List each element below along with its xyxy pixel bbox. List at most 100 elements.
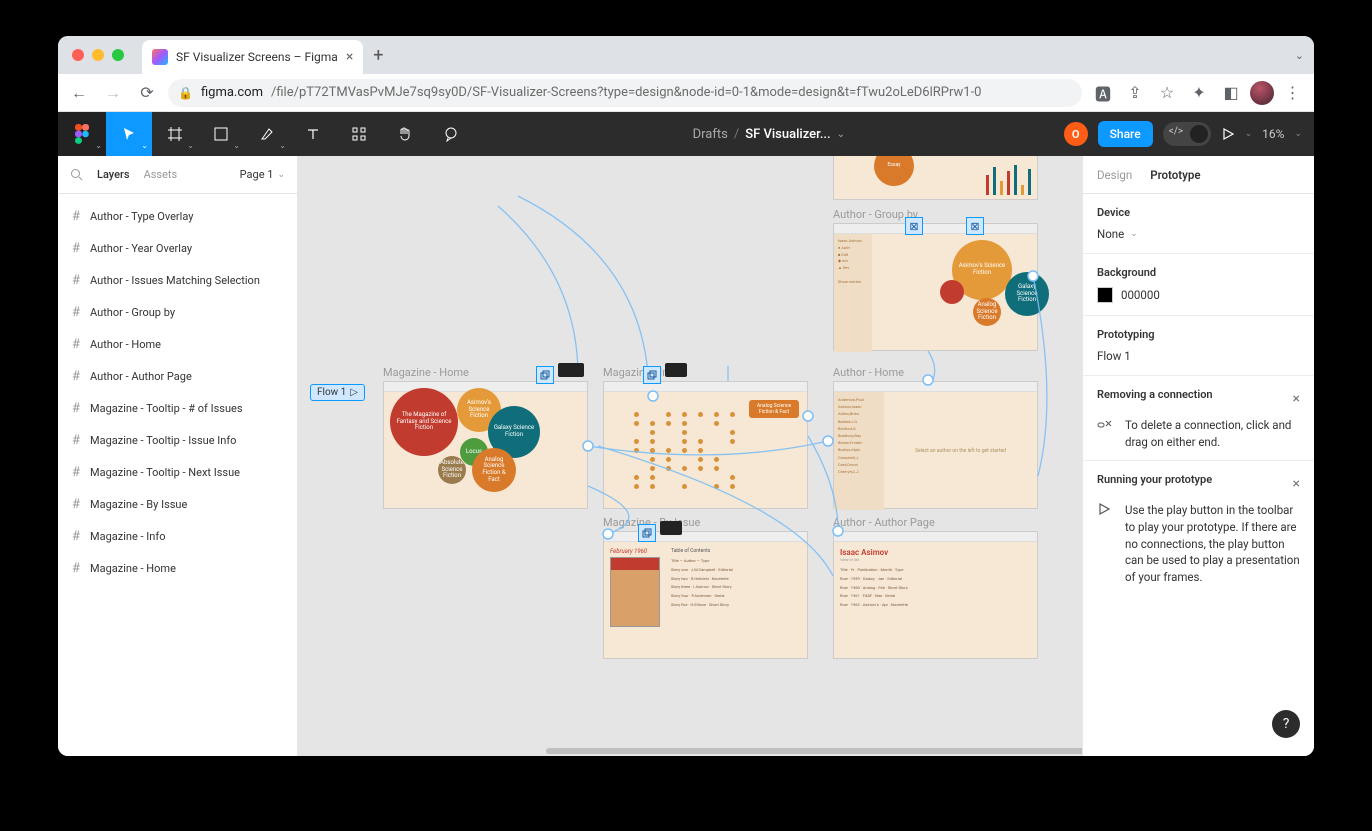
open-overlay-icon[interactable] <box>638 524 656 542</box>
layer-item[interactable]: #Magazine - By Issue <box>58 488 297 520</box>
open-overlay-icon[interactable] <box>536 366 554 384</box>
present-button[interactable] <box>1221 127 1235 141</box>
frame-label[interactable]: Magazine - Home <box>383 366 469 379</box>
design-tab[interactable]: Design <box>1097 168 1132 182</box>
layer-item[interactable]: #Author - Type Overlay <box>58 200 297 232</box>
user-badge[interactable]: O <box>1064 122 1088 146</box>
frame-label[interactable]: Author - Home <box>833 366 904 379</box>
url-domain: figma.com <box>201 85 263 100</box>
frame-icon: # <box>72 369 80 384</box>
frame-author-page[interactable]: Isaac Asimov View in list Title · Yr · P… <box>833 531 1038 659</box>
frame-magazine-home[interactable]: The Magazine of Fantasy and Science Fict… <box>383 381 588 509</box>
breadcrumb-root[interactable]: Drafts <box>693 127 728 142</box>
assets-tab[interactable]: Assets <box>144 168 178 181</box>
frame-author-groupby[interactable]: Isaac Asimov● Auth■ Edit◆ Intr▲ RevShow … <box>833 223 1038 351</box>
hint-body: To delete a connection, click and drag o… <box>1125 417 1300 450</box>
frame-tool[interactable]: ⌄ <box>152 112 198 156</box>
layer-item[interactable]: #Magazine - Info <box>58 520 297 552</box>
sidepanel-icon[interactable]: ◧ <box>1218 80 1244 106</box>
translate-icon[interactable]: 🅰 <box>1090 80 1116 106</box>
breadcrumb-title[interactable]: SF Visualizer... <box>745 127 830 142</box>
browser-menu-icon[interactable]: ⋮ <box>1280 80 1306 106</box>
chevron-down-icon[interactable]: ⌄ <box>1294 129 1302 139</box>
help-button[interactable]: ? <box>1272 710 1300 738</box>
device-heading: Device <box>1097 206 1300 219</box>
layer-item[interactable]: #Magazine - Tooltip - # of Issues <box>58 392 297 424</box>
browser-window: SF Visualizer Screens – Figma × + ⌄ ← → … <box>58 36 1314 756</box>
browser-addressbar: ← → ⟳ 🔒 figma.com/file/pT72TMVasPvMJe7sq… <box>58 74 1314 112</box>
dismiss-hint-icon[interactable]: × <box>1293 391 1300 407</box>
browser-tab[interactable]: SF Visualizer Screens – Figma × <box>142 40 363 74</box>
layer-item[interactable]: #Author - Issues Matching Selection <box>58 264 297 296</box>
back-button[interactable]: ← <box>66 80 92 106</box>
frame-label[interactable]: Author - Author Page <box>833 516 935 529</box>
tooltip-chip <box>665 363 687 377</box>
prototype-tab[interactable]: Prototype <box>1150 168 1200 182</box>
canvas[interactable]: Flow 1 ▷ Magazine - Home Magazine - Info… <box>298 156 1082 756</box>
reload-button[interactable]: ⟳ <box>134 80 160 106</box>
tab-title: SF Visualizer Screens – Figma <box>176 50 338 64</box>
breadcrumb[interactable]: Drafts / SF Visualizer... ⌄ <box>474 127 1064 142</box>
layers-tab[interactable]: Layers <box>97 168 130 181</box>
frame-magazine-info[interactable]: Analog Science Fiction & Fact <box>603 381 808 509</box>
layer-item[interactable]: #Magazine - Tooltip - Issue Info <box>58 424 297 456</box>
search-icon[interactable] <box>70 168 83 181</box>
chart-bubble: Galaxy Science Fiction <box>1005 272 1049 316</box>
page-dropdown[interactable]: Page 1 ⌄ <box>240 168 285 181</box>
zoom-level[interactable]: 16% <box>1262 127 1284 141</box>
new-tab-button[interactable]: + <box>373 45 383 66</box>
chevron-down-icon[interactable]: ⌄ <box>837 129 845 140</box>
bookmark-icon[interactable]: ☆ <box>1154 80 1180 106</box>
frame-author-home[interactable]: Anderson,PoulAsimov,IsaacAldiss,BrianBal… <box>833 381 1038 509</box>
layer-item[interactable]: #Author - Home <box>58 328 297 360</box>
canvas-horizontal-scrollbar[interactable] <box>541 746 1082 756</box>
tabstrip-caret-icon[interactable]: ⌄ <box>1295 49 1304 62</box>
play-icon: ▷ <box>350 387 358 398</box>
lock-icon: 🔒 <box>178 86 193 100</box>
share-page-icon[interactable]: ⇪ <box>1122 80 1148 106</box>
hand-tool[interactable] <box>382 112 428 156</box>
chevron-down-icon[interactable]: ⌄ <box>1245 129 1253 139</box>
comment-tool[interactable] <box>428 112 474 156</box>
background-color-input[interactable]: 000000 <box>1097 287 1300 303</box>
left-panel: Layers Assets Page 1 ⌄ #Author - Type Ov… <box>58 156 298 756</box>
figma-toolbar: ⌄ ⌄ ⌄ ⌄ ⌄ <box>58 112 1314 156</box>
layer-item[interactable]: #Author - Year Overlay <box>58 232 297 264</box>
layer-item[interactable]: #Author - Group by <box>58 296 297 328</box>
frame-partial-top[interactable]: Essay <box>833 156 1038 200</box>
frame-icon: # <box>72 433 80 448</box>
device-dropdown[interactable]: None ⌄ <box>1097 227 1300 241</box>
close-overlay-icon[interactable]: ⊠ <box>905 217 923 235</box>
close-overlay-icon[interactable]: ⊠ <box>966 217 984 235</box>
frame-magazine-by-issue[interactable]: February 1960 Table of Contents Title — … <box>603 531 808 659</box>
layer-item[interactable]: #Magazine - Tooltip - Next Issue <box>58 456 297 488</box>
close-window-icon[interactable] <box>72 49 84 61</box>
text-tool[interactable] <box>290 112 336 156</box>
figma-menu-button[interactable]: ⌄ <box>58 112 106 156</box>
minimize-window-icon[interactable] <box>92 49 104 61</box>
open-overlay-icon[interactable] <box>643 366 661 384</box>
forward-button[interactable]: → <box>100 80 126 106</box>
extensions-icon[interactable]: ✦ <box>1186 80 1212 106</box>
hint-title: Removing a connection <box>1097 388 1213 401</box>
layer-item[interactable]: #Magazine - Home <box>58 552 297 584</box>
layers-list: #Author - Type Overlay#Author - Year Ove… <box>58 194 297 756</box>
close-tab-icon[interactable]: × <box>346 49 353 65</box>
maximize-window-icon[interactable] <box>112 49 124 61</box>
browser-tabstrip: SF Visualizer Screens – Figma × + ⌄ <box>58 36 1314 74</box>
profile-avatar[interactable] <box>1250 81 1274 105</box>
share-button[interactable]: Share <box>1098 121 1153 147</box>
url-input[interactable]: 🔒 figma.com/file/pT72TMVasPvMJe7sq9sy0D/… <box>168 79 1082 107</box>
pen-tool[interactable]: ⌄ <box>244 112 290 156</box>
color-swatch[interactable] <box>1097 287 1113 303</box>
flow-starting-point[interactable]: Flow 1 ▷ <box>310 384 365 401</box>
move-tool[interactable]: ⌄ <box>106 112 152 156</box>
layer-item[interactable]: #Author - Author Page <box>58 360 297 392</box>
flow-name[interactable]: Flow 1 <box>1097 349 1300 363</box>
dismiss-hint-icon[interactable]: × <box>1293 476 1300 492</box>
frame-icon: # <box>72 337 80 352</box>
window-controls[interactable] <box>72 49 124 61</box>
resources-tool[interactable] <box>336 112 382 156</box>
shape-tool[interactable]: ⌄ <box>198 112 244 156</box>
devmode-toggle[interactable] <box>1163 122 1211 146</box>
